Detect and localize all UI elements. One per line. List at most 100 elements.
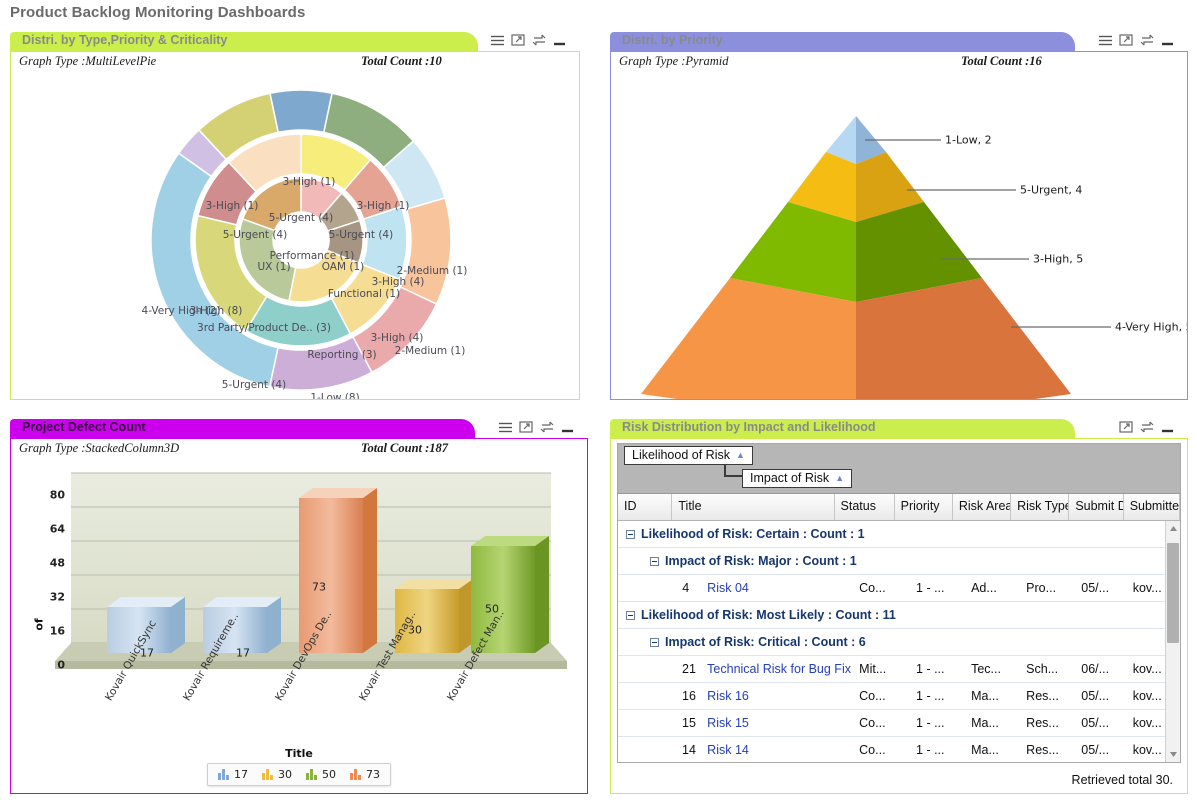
pie-label: 3-High (1): [205, 200, 259, 212]
cell-submit-date: 05/...: [1081, 581, 1110, 595]
legend-item[interactable]: 73: [350, 768, 380, 781]
cell-risk-area: Ma...: [971, 689, 999, 703]
cell-id: 4: [682, 581, 690, 595]
menu-icon[interactable]: [1098, 34, 1113, 47]
cell-risk-area: Tec...: [971, 662, 1001, 676]
collapse-icon[interactable]: [650, 556, 659, 566]
column-header-id[interactable]: ID: [618, 494, 673, 520]
pie-label: UX (1): [257, 261, 291, 273]
bar-column: [299, 488, 377, 653]
pie-label: 5-Urgent (4): [328, 229, 394, 241]
legend-label: 17: [234, 768, 248, 781]
minimize-icon[interactable]: [553, 34, 566, 47]
pyramid-svg: [641, 116, 1111, 399]
cell-id: 21: [682, 662, 696, 676]
panel-risk-distribution: Risk Distribution by Impact and Likeliho…: [610, 419, 1188, 794]
panel-controls: [1119, 420, 1174, 434]
popout-icon[interactable]: [1119, 33, 1134, 47]
column-header-risk-type[interactable]: Risk Type: [1011, 494, 1070, 520]
bar-chart-icon: [306, 769, 317, 780]
pie-label: OAM (1): [321, 261, 365, 273]
cell-submit-date: 05/...: [1081, 689, 1110, 703]
group-row-label: Impact of Risk: Major : Count : 1: [665, 554, 857, 568]
graph-type-label: Graph Type :MultiLevelPie: [19, 54, 157, 68]
panel-distribution-by-type-priority-criticality: Distri. by Type,Priority & Criticality G…: [10, 32, 580, 400]
popout-icon[interactable]: [511, 33, 526, 47]
menu-icon[interactable]: [490, 34, 505, 47]
scroll-up-icon[interactable]: [1166, 521, 1180, 536]
stacked-column-3d-chart: 80 64 48 32 16 0 of 17 17 73 30 50 Kovai…: [11, 461, 587, 756]
sort-asc-icon[interactable]: ▲: [835, 473, 844, 483]
panel-titlebar: Risk Distribution by Impact and Likeliho…: [610, 419, 1075, 438]
cell-title[interactable]: Risk 14: [701, 743, 853, 757]
scroll-down-icon[interactable]: [1166, 747, 1180, 762]
minimize-icon[interactable]: [1161, 421, 1174, 434]
column-header-title[interactable]: Title: [672, 494, 835, 520]
cell-status: Co...: [859, 743, 886, 757]
cell-submit-date: 05/...: [1081, 716, 1110, 730]
group-row[interactable]: Impact of Risk: Major : Count : 1: [618, 548, 1180, 575]
pie-label: 5-Urgent (4): [222, 229, 288, 241]
panel-title: Risk Distribution by Impact and Likeliho…: [622, 420, 876, 434]
refresh-icon[interactable]: [1140, 420, 1155, 434]
legend-item[interactable]: 30: [262, 768, 292, 781]
panel-titlebar: Distri. by Priority: [610, 32, 1075, 51]
cell-id: 16: [682, 689, 696, 703]
column-header-risk-area[interactable]: Risk Area: [953, 494, 1012, 520]
risk-grid: Likelihood of Risk ▲ Impact of Risk ▲ ID…: [617, 443, 1181, 763]
cell-title[interactable]: Risk 16: [701, 689, 853, 703]
cell-risk-area: Ad...: [971, 581, 997, 595]
pyramid-label: 1-Low, 2: [945, 133, 992, 147]
scrollbar-thumb[interactable]: [1167, 543, 1179, 643]
group-chip-likelihood[interactable]: Likelihood of Risk ▲: [624, 446, 753, 465]
legend-item[interactable]: 50: [306, 768, 336, 781]
refresh-icon[interactable]: [532, 33, 547, 47]
cell-id: 14: [682, 743, 696, 757]
chart-meta: Graph Type :Pyramid Total Count :16: [611, 52, 1187, 74]
table-row[interactable]: 4 Risk 04 Co... 1 - ... Ad... Pro... 05/…: [618, 575, 1180, 602]
minimize-icon[interactable]: [561, 421, 574, 434]
popout-icon[interactable]: [1119, 420, 1134, 434]
group-by-bar: Likelihood of Risk ▲ Impact of Risk ▲: [618, 444, 1180, 494]
table-row[interactable]: 16 Risk 16 Co... 1 - ... Ma... Res... 05…: [618, 683, 1180, 710]
cell-title[interactable]: Risk 04: [701, 581, 853, 595]
group-row-level2: Impact of Risk: Critical : Count : 6: [618, 635, 866, 649]
popout-icon[interactable]: [519, 420, 534, 434]
minimize-icon[interactable]: [1161, 34, 1174, 47]
cell-title[interactable]: Technical Risk for Bug Fix: [701, 662, 853, 676]
group-row[interactable]: Likelihood of Risk: Most Likely : Count …: [618, 602, 1180, 629]
table-row[interactable]: 14 Risk 14 Co... 1 - ... Ma... Res... 05…: [618, 737, 1180, 762]
bar-chart-icon: [262, 769, 273, 780]
table-row[interactable]: 21 Technical Risk for Bug Fix Mit... 1 -…: [618, 656, 1180, 683]
panel-title: Distri. by Type,Priority & Criticality: [22, 33, 228, 47]
column-header-status[interactable]: Status: [835, 494, 895, 520]
group-chip-label: Likelihood of Risk: [632, 448, 730, 462]
column-header-submitter[interactable]: Submitte: [1124, 494, 1180, 520]
panel-distribution-by-priority: Distri. by Priority Graph Type :Pyramid …: [610, 32, 1188, 400]
column-header-priority[interactable]: Priority: [895, 494, 953, 520]
collapse-icon[interactable]: [650, 637, 659, 647]
group-row-label: Likelihood of Risk: Certain : Count : 1: [641, 527, 865, 541]
refresh-icon[interactable]: [540, 420, 555, 434]
group-chip-label: Impact of Risk: [750, 471, 830, 485]
sort-asc-icon[interactable]: ▲: [736, 450, 745, 460]
pyramid-label: 5-Urgent, 4: [1020, 183, 1083, 197]
group-row[interactable]: Impact of Risk: Critical : Count : 6: [618, 629, 1180, 656]
cell-priority: 1 - ...: [916, 662, 945, 676]
collapse-icon[interactable]: [626, 610, 635, 620]
menu-icon[interactable]: [498, 421, 513, 434]
column-header-submit-date[interactable]: Submit D: [1069, 494, 1124, 520]
group-chip-impact[interactable]: Impact of Risk ▲: [742, 469, 853, 488]
legend-item[interactable]: 17: [218, 768, 248, 781]
cell-title[interactable]: Risk 15: [701, 716, 853, 730]
group-row[interactable]: Likelihood of Risk: Certain : Count : 1: [618, 521, 1180, 548]
table-row[interactable]: 15 Risk 15 Co... 1 - ... Ma... Res... 05…: [618, 710, 1180, 737]
refresh-icon[interactable]: [1140, 33, 1155, 47]
vertical-scrollbar[interactable]: [1165, 521, 1180, 762]
cell-priority: 1 - ...: [916, 581, 945, 595]
collapse-icon[interactable]: [626, 529, 635, 539]
cell-status: Co...: [859, 716, 886, 730]
pie-svg: [150, 89, 452, 391]
pie-label: Reporting (3): [307, 349, 377, 361]
cell-priority: 1 - ...: [916, 716, 945, 730]
